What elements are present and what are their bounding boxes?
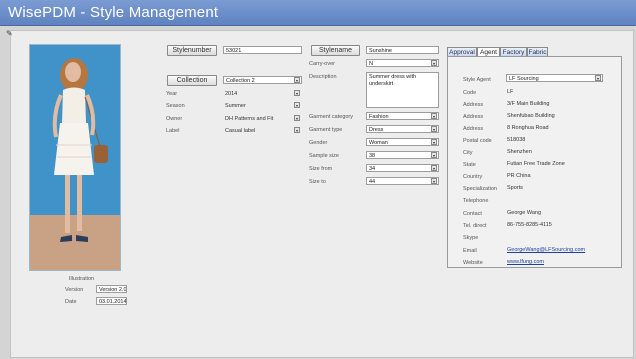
address-label: Address — [463, 102, 484, 108]
style-agent-label: Style Agent — [463, 77, 491, 83]
chevron-down-icon[interactable] — [431, 139, 437, 145]
address-label: Address — [463, 114, 484, 120]
chevron-down-icon[interactable] — [431, 113, 437, 119]
version-label: Version — [65, 287, 84, 293]
year-value[interactable]: 2014 — [225, 91, 237, 97]
chevron-down-icon[interactable] — [431, 178, 437, 184]
city-value: Shenzhen — [507, 149, 532, 155]
chevron-down-icon[interactable] — [294, 115, 300, 121]
version-field[interactable]: Version 2.0 — [96, 285, 127, 293]
collection-select[interactable]: Collection 2 — [223, 76, 302, 84]
carryover-select[interactable]: N — [366, 59, 439, 67]
size-from-label: Size from — [309, 166, 333, 172]
stylename-field[interactable]: Sunshine — [366, 46, 439, 54]
owner-label: Owner — [166, 116, 183, 122]
collection-button[interactable]: Collection — [167, 75, 217, 86]
illustration-label: Illustration — [69, 276, 95, 282]
label-value[interactable]: Casual label — [225, 128, 255, 134]
description-label: Description — [309, 74, 337, 80]
garment-category-label: Garment category — [309, 114, 354, 120]
postal-code-label: Postal code — [463, 138, 492, 144]
tel-direct-value: 86-755-8285-4115 — [507, 222, 552, 228]
website-link[interactable]: www.lfung.com — [507, 259, 544, 265]
style-illustration-image[interactable] — [29, 44, 121, 271]
country-label: Country — [463, 174, 483, 180]
contact-value: George Wang — [507, 210, 542, 216]
state-label: State — [463, 162, 476, 168]
skype-label: Skype — [463, 235, 479, 241]
specialization-value: Sports — [507, 185, 523, 191]
address-line-1: 3/F Main Building — [507, 101, 550, 107]
description-textarea[interactable]: Summer dress with underskirt — [366, 72, 439, 108]
address-line-3: 8 Ronghua Road — [507, 125, 549, 131]
chevron-down-icon[interactable] — [294, 77, 300, 83]
city-label: City — [463, 150, 473, 156]
chevron-down-icon[interactable] — [294, 90, 300, 96]
owner-value[interactable]: DH Patterns and Fit — [225, 116, 273, 122]
title-bar: WisePDM - Style Management — [0, 0, 636, 26]
address-label: Address — [463, 126, 484, 132]
website-label: Website — [463, 260, 483, 266]
date-field[interactable]: 03.01.2014 — [96, 297, 127, 305]
chevron-down-icon[interactable] — [294, 102, 300, 108]
stylename-button[interactable]: Stylename — [311, 45, 360, 56]
sample-size-select[interactable]: 38 — [366, 151, 439, 159]
chevron-down-icon[interactable] — [431, 60, 437, 66]
stylenumber-button[interactable]: Stylenumber — [167, 45, 217, 56]
model-photo-icon — [30, 45, 120, 270]
season-label: Season — [166, 103, 185, 109]
size-to-select[interactable]: 44 — [366, 177, 439, 185]
chevron-down-icon[interactable] — [431, 165, 437, 171]
style-agent-select[interactable]: LF Sourcing — [506, 74, 603, 82]
app-title: WisePDM - Style Management — [8, 4, 219, 21]
carryover-label: Carry-over — [309, 61, 335, 67]
garment-type-select[interactable]: Dress — [366, 125, 439, 133]
stylenumber-field[interactable]: 53021 — [223, 46, 302, 54]
date-label: Date — [65, 299, 77, 305]
label-label: Label — [166, 128, 180, 134]
size-to-label: Size to — [309, 179, 326, 185]
edit-pencil-icon[interactable]: ✎ — [6, 29, 13, 38]
chevron-down-icon[interactable] — [294, 127, 300, 133]
gender-select[interactable]: Woman — [366, 138, 439, 146]
sample-size-label: Sample size — [309, 153, 339, 159]
tel-direct-label: Tel. direct — [463, 223, 487, 229]
email-label: Email — [463, 248, 477, 254]
season-value[interactable]: Summer — [225, 103, 246, 109]
code-label: Code — [463, 90, 477, 96]
gender-label: Gender — [309, 140, 328, 146]
garment-category-select[interactable]: Fashion — [366, 112, 439, 120]
chevron-down-icon[interactable] — [431, 152, 437, 158]
chevron-down-icon[interactable] — [595, 75, 601, 81]
country-value: PR China — [507, 173, 531, 179]
code-value: LF — [507, 89, 514, 95]
postal-code-value: 518038 — [507, 137, 526, 143]
state-value: Futian Free Trade Zone — [507, 161, 565, 167]
size-from-select[interactable]: 34 — [366, 164, 439, 172]
garment-type-label: Garment type — [309, 127, 343, 133]
year-label: Year — [166, 91, 178, 97]
email-link[interactable]: GeorgeWang@LFSourcing.com — [507, 247, 585, 253]
address-line-2: Shenfubao Building — [507, 113, 555, 119]
contact-label: Contact — [463, 211, 482, 217]
chevron-down-icon[interactable] — [431, 126, 437, 132]
specialization-label: Specialization — [463, 186, 497, 192]
telephone-label: Telephone — [463, 198, 489, 204]
